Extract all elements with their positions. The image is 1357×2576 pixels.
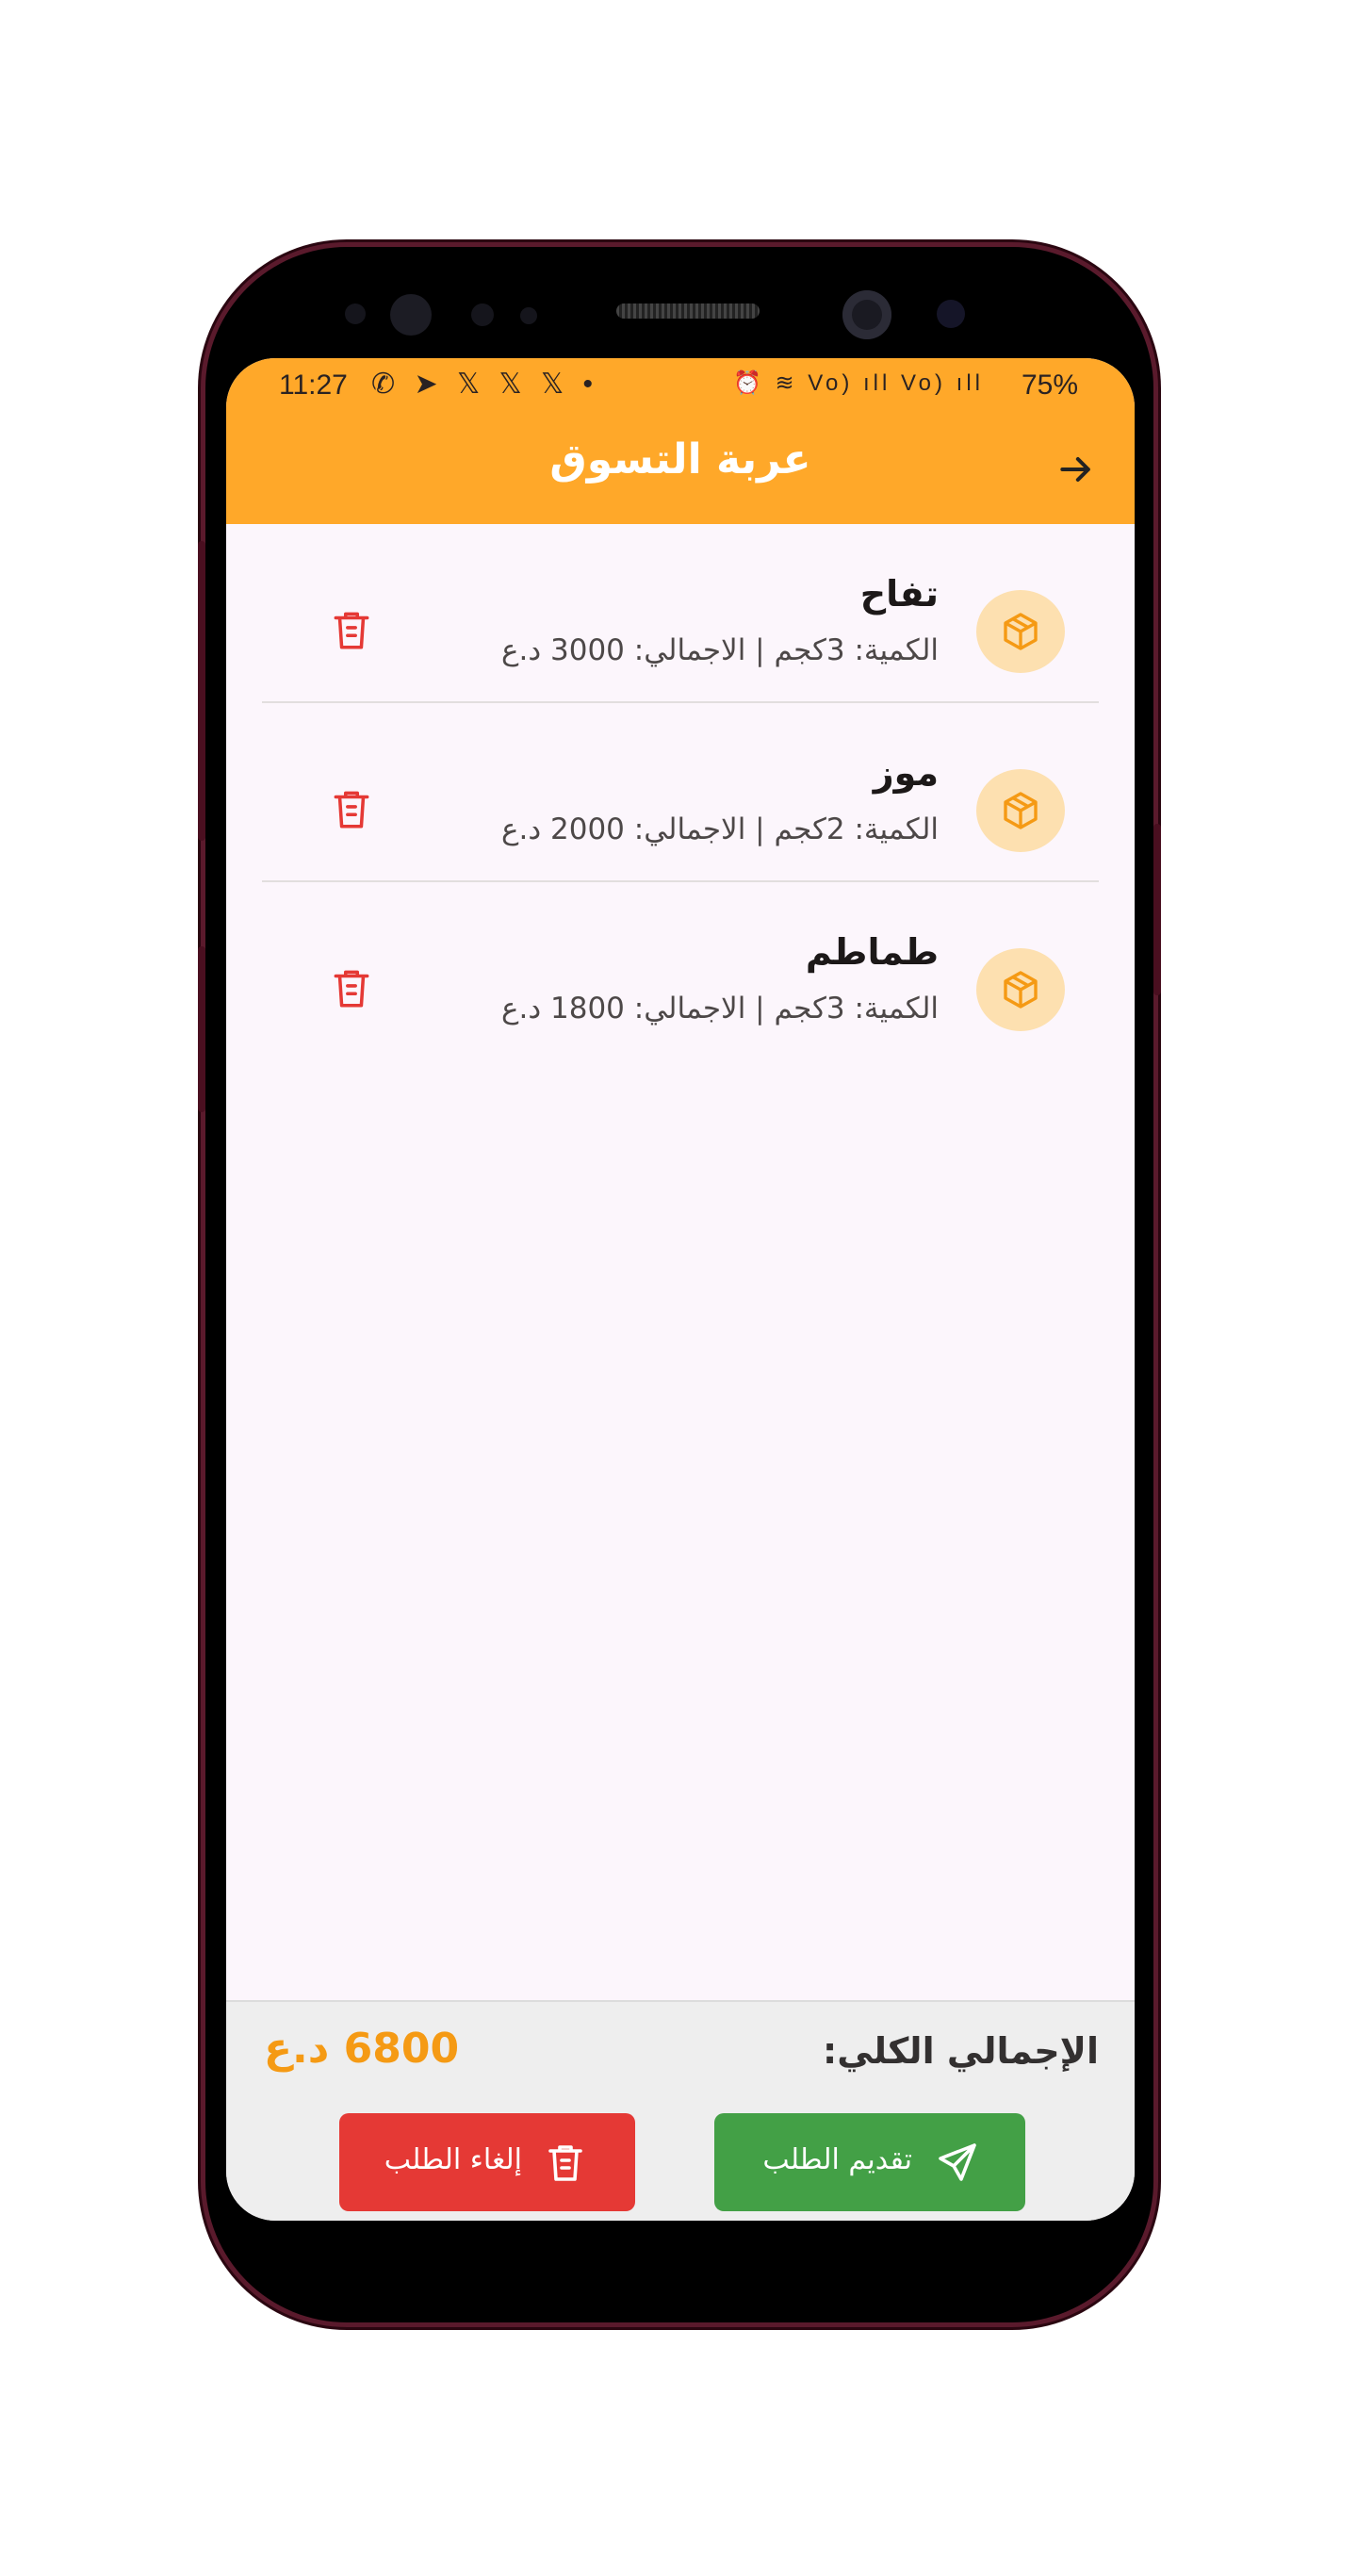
battery-level: 75% — [1021, 369, 1078, 401]
notification-icons: ✆ ➤ 𝕏 𝕏 𝕏 • — [371, 369, 598, 400]
earpiece-speaker — [616, 304, 760, 319]
sensor-dot — [471, 304, 494, 326]
package-icon — [976, 769, 1065, 852]
bixby-button — [198, 946, 205, 1112]
front-camera — [842, 290, 891, 339]
total-value: 6800 د.ع — [264, 2025, 460, 2073]
cart-item[interactable]: موز الكمية: 2كجم | الاجمالي: 2000 د.ع — [226, 703, 1135, 882]
status-bar: 11:27 ✆ ➤ 𝕏 𝕏 𝕏 • ⏰ ≋ Vo) ıll Vo) ıll 75… — [226, 358, 1135, 415]
item-detail: الكمية: 3كجم | الاجمالي: 1800 د.ع — [501, 992, 939, 1025]
app-screen: 11:27 ✆ ➤ 𝕏 𝕏 𝕏 • ⏰ ≋ Vo) ıll Vo) ıll 75… — [226, 358, 1135, 2221]
power-button — [1153, 824, 1161, 995]
page-title: عربة التسوق — [549, 435, 811, 484]
item-detail: الكمية: 3كجم | الاجمالي: 3000 د.ع — [501, 633, 939, 667]
box-icon — [1004, 971, 1038, 1009]
total-label: الإجمالي الكلي: — [823, 2030, 1099, 2072]
cancel-order-label: إلغاء الطلب — [384, 2143, 522, 2176]
cancel-order-button[interactable]: إلغاء الطلب — [339, 2113, 635, 2211]
sensor-dot — [520, 307, 537, 324]
status-time: 11:27 — [279, 369, 348, 401]
box-icon — [1004, 613, 1038, 650]
iris-sensor — [390, 294, 432, 336]
package-icon — [976, 948, 1065, 1031]
delete-item-icon[interactable] — [328, 782, 375, 835]
app-bar: عربة التسوق — [226, 415, 1135, 524]
arrow-right-icon[interactable] — [1055, 449, 1097, 490]
sensor-dot — [937, 300, 965, 328]
cart-list: تفاح الكمية: 3كجم | الاجمالي: 3000 د.ع م… — [226, 524, 1135, 1061]
submit-order-label: تقديم الطلب — [762, 2143, 912, 2176]
sensor-dot — [345, 304, 366, 324]
item-detail: الكمية: 2كجم | الاجمالي: 2000 د.ع — [501, 812, 939, 846]
signal-icons: ⏰ ≋ Vo) ıll Vo) ıll — [732, 370, 984, 396]
delete-item-icon[interactable] — [328, 603, 375, 656]
cart-item[interactable]: تفاح الكمية: 3كجم | الاجمالي: 3000 د.ع — [226, 524, 1135, 703]
checkout-footer: الإجمالي الكلي: 6800 د.ع تقديم الطلب إلغ… — [226, 2000, 1135, 2221]
volume-button — [198, 541, 205, 841]
submit-order-button[interactable]: تقديم الطلب — [714, 2113, 1025, 2211]
item-name: تفاح — [859, 573, 939, 615]
item-name: طماطم — [805, 931, 939, 973]
item-name: موز — [873, 752, 939, 794]
trash-icon — [548, 2145, 582, 2181]
delete-item-icon[interactable] — [328, 961, 375, 1014]
cart-item[interactable]: طماطم الكمية: 3كجم | الاجمالي: 1800 د.ع — [226, 882, 1135, 1061]
package-icon — [976, 590, 1065, 673]
send-icon — [939, 2143, 976, 2181]
box-icon — [1004, 792, 1038, 829]
